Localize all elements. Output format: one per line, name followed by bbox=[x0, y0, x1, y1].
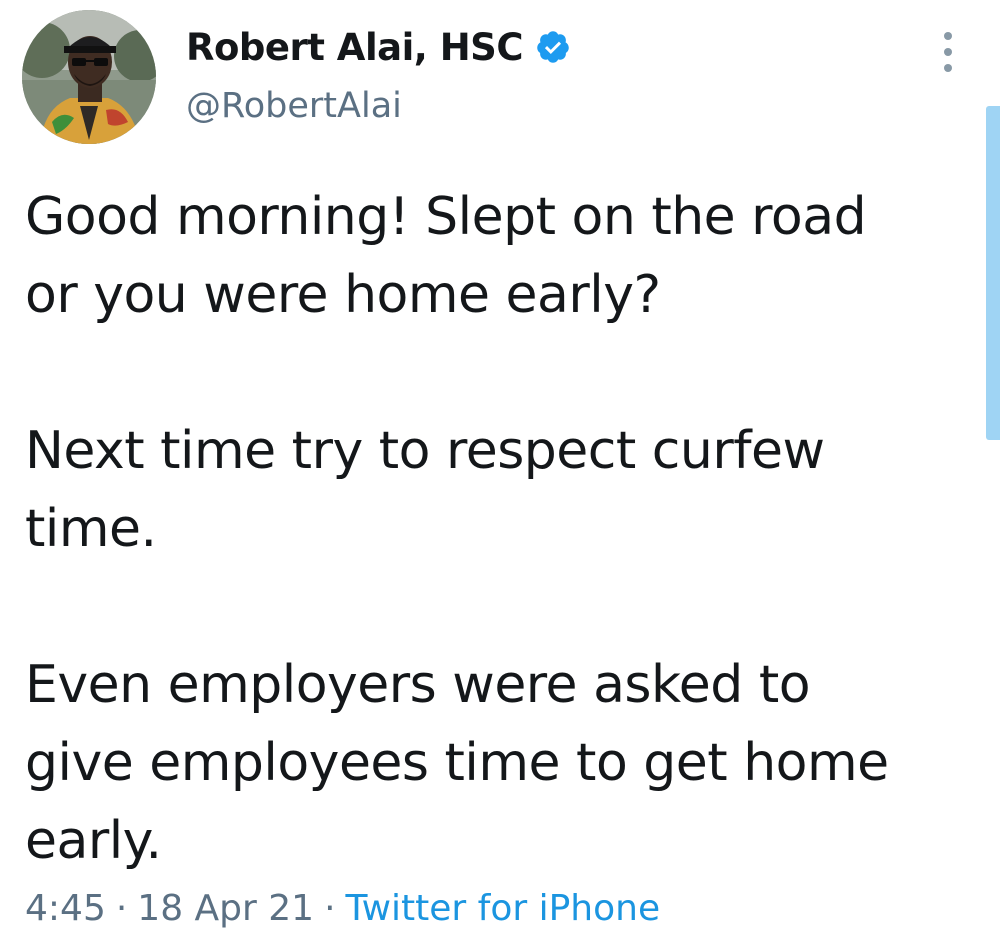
tweet-line: Even employers were asked to bbox=[25, 655, 811, 715]
tweet-text: Good morning! Slept on the road or you w… bbox=[25, 178, 955, 880]
tweet-line: time. bbox=[25, 499, 157, 559]
tweet-date[interactable]: 18 Apr 21 bbox=[137, 888, 314, 929]
tweet-line: early. bbox=[25, 811, 162, 871]
tweet-line: Good morning! Slept on the road bbox=[25, 187, 867, 247]
avatar[interactable] bbox=[22, 10, 156, 144]
verified-badge-icon bbox=[535, 29, 571, 65]
more-options-button[interactable] bbox=[924, 24, 972, 80]
tweet-card: Robert Alai, HSC @RobertAlai Good mornin… bbox=[0, 0, 1000, 947]
author-display-name[interactable]: Robert Alai, HSC bbox=[186, 26, 523, 69]
author-handle[interactable]: @RobertAlai bbox=[186, 86, 402, 126]
scroll-indicator[interactable] bbox=[986, 106, 1000, 440]
more-vertical-icon bbox=[944, 32, 952, 72]
tweet-line: give employees time to get home bbox=[25, 733, 889, 793]
avatar-photo-icon bbox=[22, 10, 156, 144]
meta-separator: · bbox=[324, 888, 336, 929]
author-name-row[interactable]: Robert Alai, HSC bbox=[186, 22, 571, 72]
tweet-source-link[interactable]: Twitter for iPhone bbox=[346, 888, 661, 929]
tweet-line: Next time try to respect curfew bbox=[25, 421, 825, 481]
tweet-line: or you were home early? bbox=[25, 265, 661, 325]
tweet-time[interactable]: 4:45 bbox=[25, 888, 106, 929]
meta-separator: · bbox=[115, 888, 128, 929]
tweet-meta: 4:45 · 18 Apr 21 · Twitter for iPhone bbox=[25, 888, 660, 929]
